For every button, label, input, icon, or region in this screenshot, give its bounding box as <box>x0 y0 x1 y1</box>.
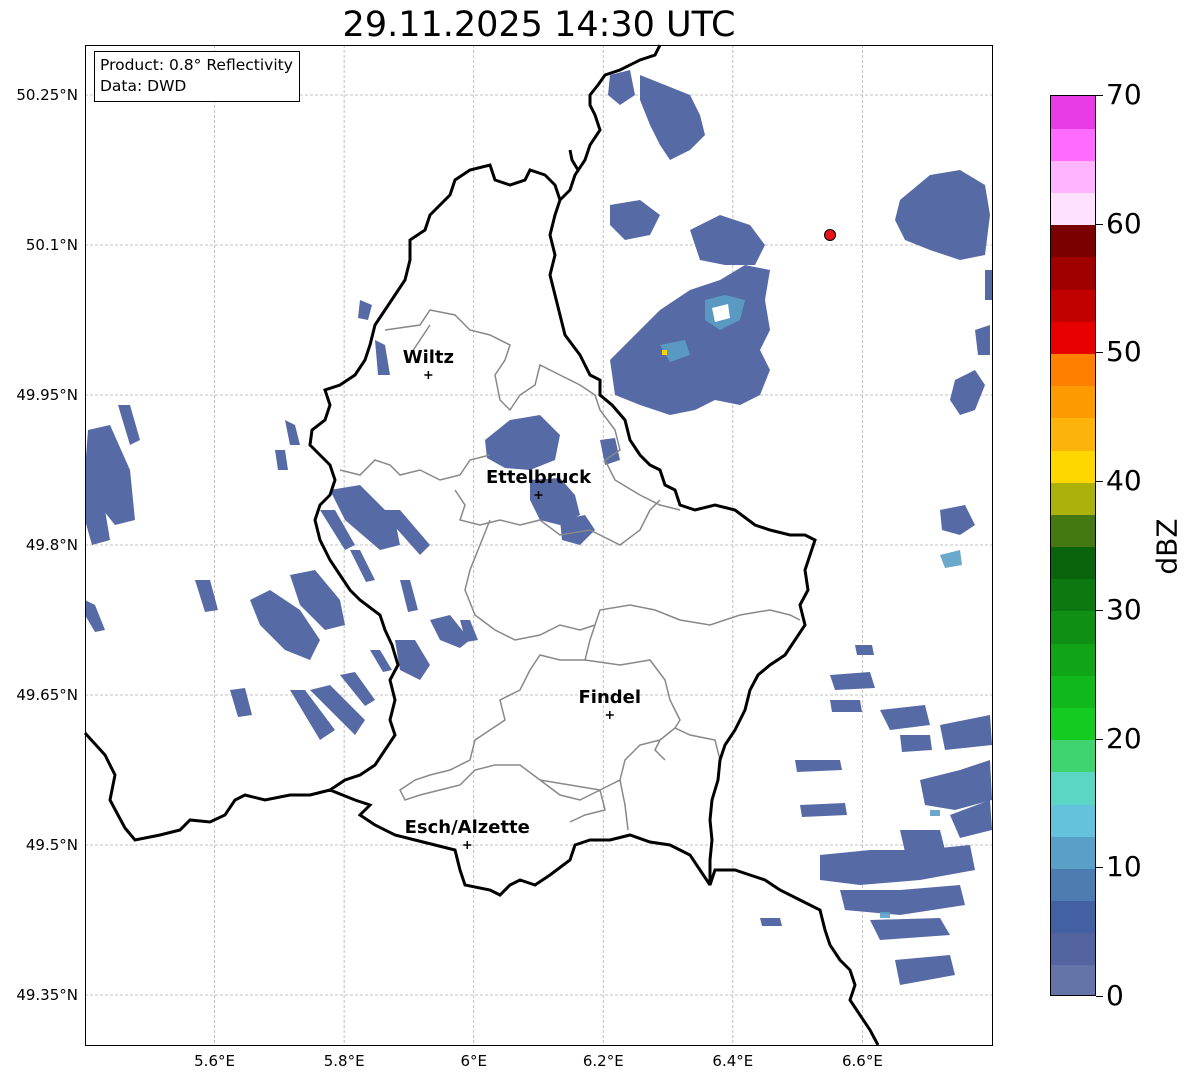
colorbar-tick-label: 10 <box>1106 850 1142 884</box>
radar-map <box>83 44 993 1046</box>
colorbar-segment <box>1051 449 1095 483</box>
colorbar-tick <box>1096 95 1103 96</box>
colorbar-title: dBZ <box>1150 518 1184 575</box>
lon-tick-label: 5.8°E <box>323 1052 365 1070</box>
colorbar-tick <box>1096 996 1103 997</box>
colorbar-segment <box>1051 771 1095 805</box>
colorbar-segment <box>1051 868 1095 902</box>
city-label: Findel <box>578 687 642 708</box>
lon-tick-label: 5.6°E <box>194 1052 235 1070</box>
lon-tick-label: 6.6°E <box>842 1052 883 1070</box>
city-marker <box>424 371 433 379</box>
colorbar-segment <box>1051 417 1095 451</box>
lon-tick-label: 6.2°E <box>582 1052 624 1070</box>
colorbar-tick <box>1096 609 1103 611</box>
colorbar-segment <box>1051 128 1095 161</box>
lat-tick-label: 49.35°N <box>16 986 78 1004</box>
colorbar-segment <box>1051 836 1095 869</box>
colorbar-segment <box>1051 900 1095 934</box>
product-label: Product: 0.8° Reflectivity <box>100 56 293 74</box>
colorbar-segment <box>1051 803 1095 837</box>
lat-tick-label: 49.8°N <box>25 536 78 554</box>
colorbar-segment <box>1051 289 1095 322</box>
colorbar-segment <box>1051 578 1095 612</box>
colorbar-segment <box>1051 256 1095 290</box>
data-source-label: Data: DWD <box>100 77 187 95</box>
city-label: Ettelbruck <box>485 467 592 488</box>
colorbar-tick <box>1096 223 1103 225</box>
lat-tick-label: 49.5°N <box>25 836 78 854</box>
colorbar-segment <box>1051 385 1095 419</box>
city-label: Esch/Alzette <box>404 817 530 838</box>
colorbar-segment <box>1051 224 1095 258</box>
colorbar-segment <box>1051 546 1095 580</box>
colorbar-tick-label: 50 <box>1106 335 1142 369</box>
colorbar-segment <box>1051 643 1095 676</box>
colorbar-segment <box>1051 192 1095 226</box>
colorbar-tick <box>1096 352 1103 354</box>
city-marker <box>605 711 614 719</box>
colorbar-segment <box>1051 321 1095 355</box>
colorbar-segment <box>1051 482 1095 515</box>
city-marker <box>463 841 472 849</box>
city-label: Wiltz <box>402 347 454 368</box>
colorbar-tick <box>1096 481 1103 483</box>
info-box: Product: 0.8° Reflectivity Data: DWD <box>94 51 300 102</box>
colorbar-segment <box>1051 964 1095 995</box>
lon-tick-label: 6°E <box>460 1052 487 1070</box>
colorbar-segment <box>1051 932 1095 966</box>
colorbar-tick <box>1096 738 1103 740</box>
colorbar-tick-label: 70 <box>1106 78 1142 111</box>
colorbar-segment <box>1051 675 1095 708</box>
lon-tick-label: 6.4°E <box>712 1052 754 1070</box>
colorbar-tick-label: 60 <box>1106 206 1142 240</box>
colorbar-tick-label: 30 <box>1106 592 1142 626</box>
lat-tick-label: 50.25°N <box>16 86 78 104</box>
colorbar-segment <box>1051 353 1095 387</box>
radar-site-marker <box>824 229 837 241</box>
colorbar-segment <box>1051 610 1095 644</box>
colorbar-segment <box>1051 96 1095 129</box>
colorbar-tick-label: 40 <box>1106 464 1142 498</box>
colorbar-tick-label: 0 <box>1106 979 1124 1012</box>
colorbar-segment <box>1051 160 1095 194</box>
colorbar-tick-label: 20 <box>1106 721 1142 755</box>
colorbar-segment <box>1051 707 1095 741</box>
reflectivity-echoes <box>85 70 992 985</box>
colorbar-segment <box>1051 739 1095 773</box>
lat-tick-label: 49.65°N <box>16 686 78 704</box>
radar-site-dot <box>824 229 837 241</box>
lat-tick-label: 49.95°N <box>16 386 78 404</box>
lat-tick-label: 50.1°N <box>25 236 78 254</box>
colorbar-segment <box>1051 514 1095 548</box>
colorbar-tick <box>1096 867 1103 869</box>
colorbar <box>1050 95 1096 996</box>
